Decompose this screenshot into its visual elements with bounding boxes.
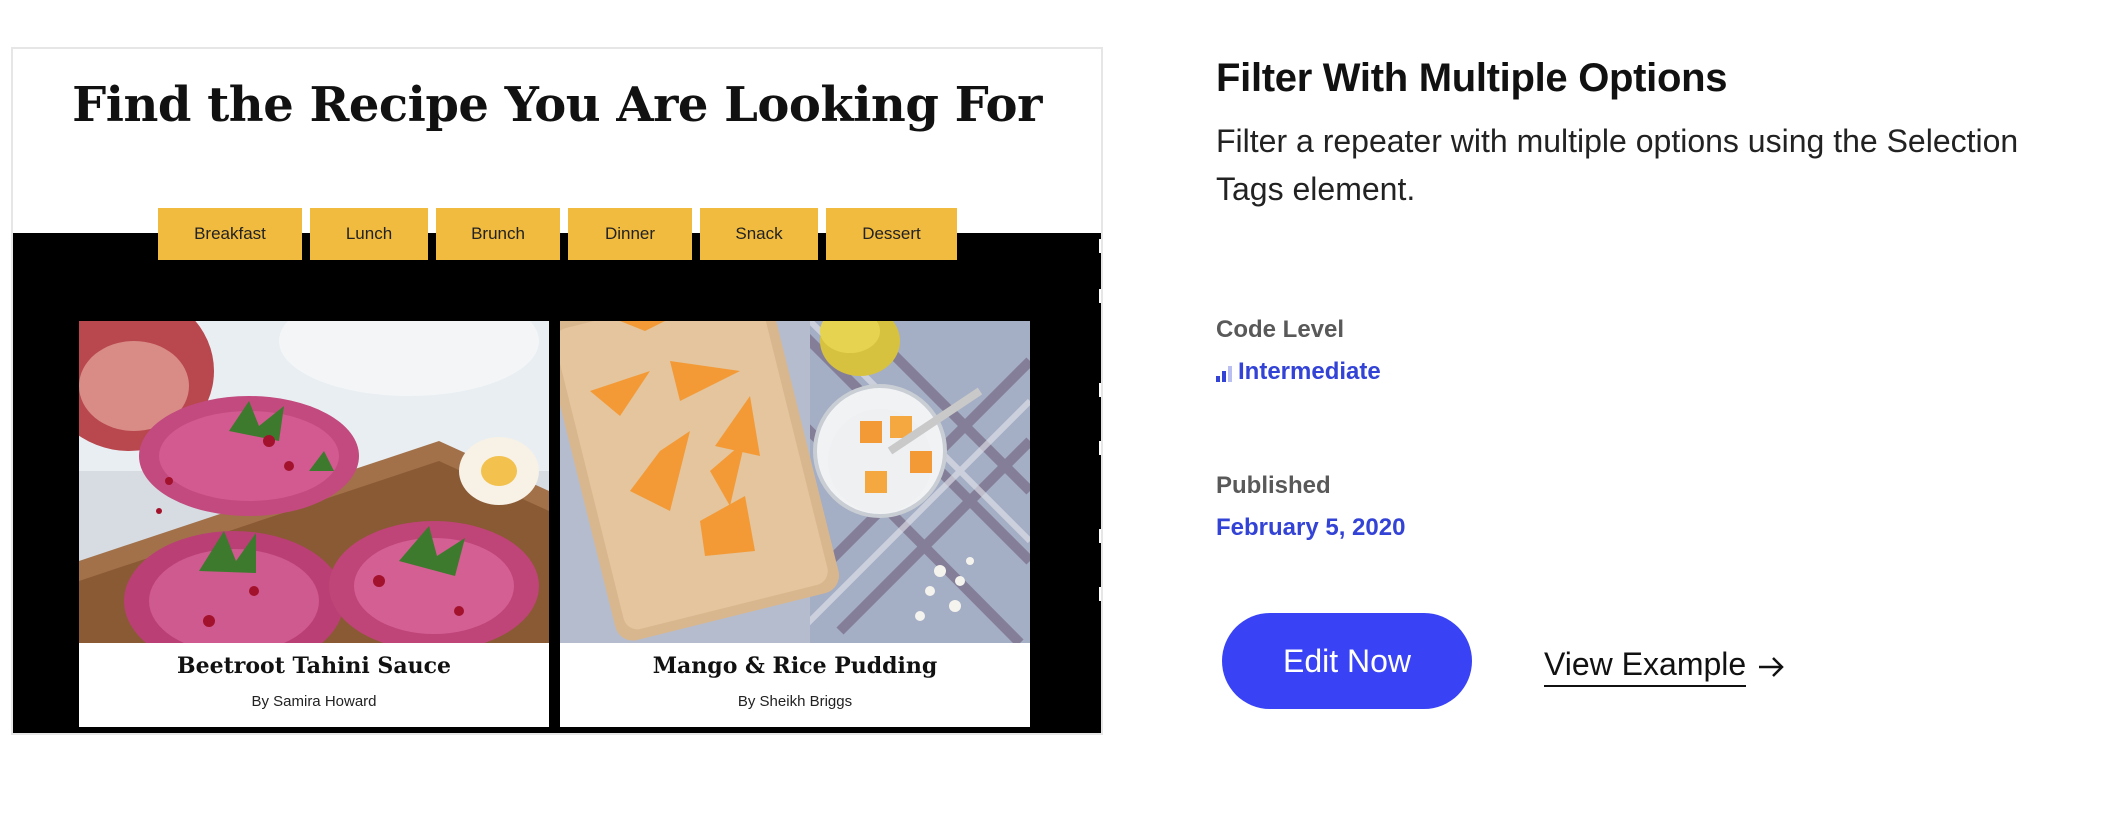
site-preview[interactable]: Find the Recipe You Are Looking For Brea… bbox=[11, 47, 1103, 735]
tag-dessert[interactable]: Dessert bbox=[826, 208, 957, 260]
recipe-title: Beetroot Tahini Sauce bbox=[177, 653, 451, 679]
recipe-author: By Sheikh Briggs bbox=[737, 693, 853, 710]
published-label: Published bbox=[1216, 472, 1331, 499]
signal-bars-icon bbox=[1214, 361, 1236, 383]
code-level-text: Intermediate bbox=[1238, 358, 1381, 385]
edge-notch bbox=[1099, 239, 1101, 253]
edge-notch bbox=[1099, 587, 1101, 601]
arrow-right-icon bbox=[1756, 652, 1786, 682]
tag-dinner[interactable]: Dinner bbox=[568, 208, 692, 260]
recipe-card[interactable]: Mango & Rice Pudding By Sheikh Briggs bbox=[560, 321, 1030, 727]
example-title: Filter With Multiple Options bbox=[1216, 56, 1728, 100]
recipe-card[interactable]: Beetroot Tahini Sauce By Samira Howard bbox=[79, 321, 549, 727]
edge-notch bbox=[1099, 289, 1101, 303]
edge-notch bbox=[1099, 441, 1101, 455]
preview-heading: Find the Recipe You Are Looking For bbox=[72, 77, 1042, 133]
recipe-author: By Samira Howard bbox=[251, 693, 377, 710]
view-example-link[interactable]: View Example bbox=[1544, 646, 1786, 687]
edge-notch bbox=[1099, 383, 1101, 397]
published-date: February 5, 2020 bbox=[1216, 514, 1406, 541]
edit-now-button[interactable]: Edit Now bbox=[1222, 613, 1472, 709]
tag-lunch[interactable]: Lunch bbox=[310, 208, 428, 260]
mango-pudding-image bbox=[560, 321, 1030, 643]
template-example-page: Find the Recipe You Are Looking For Brea… bbox=[0, 0, 2104, 826]
tag-breakfast[interactable]: Breakfast bbox=[158, 208, 302, 260]
beetroot-toast-image bbox=[79, 321, 549, 643]
view-example-label: View Example bbox=[1544, 646, 1747, 687]
edge-notch bbox=[1099, 529, 1101, 543]
code-level-label: Code Level bbox=[1216, 316, 1345, 343]
tag-snack[interactable]: Snack bbox=[700, 208, 818, 260]
code-level-value: Intermediate bbox=[1214, 358, 1381, 386]
example-description: Filter a repeater with multiple options … bbox=[1216, 123, 2019, 207]
recipe-title: Mango & Rice Pudding bbox=[652, 653, 938, 679]
example-info: Filter With Multiple Options Filter a re… bbox=[1216, 56, 2076, 213]
tag-brunch[interactable]: Brunch bbox=[436, 208, 560, 260]
